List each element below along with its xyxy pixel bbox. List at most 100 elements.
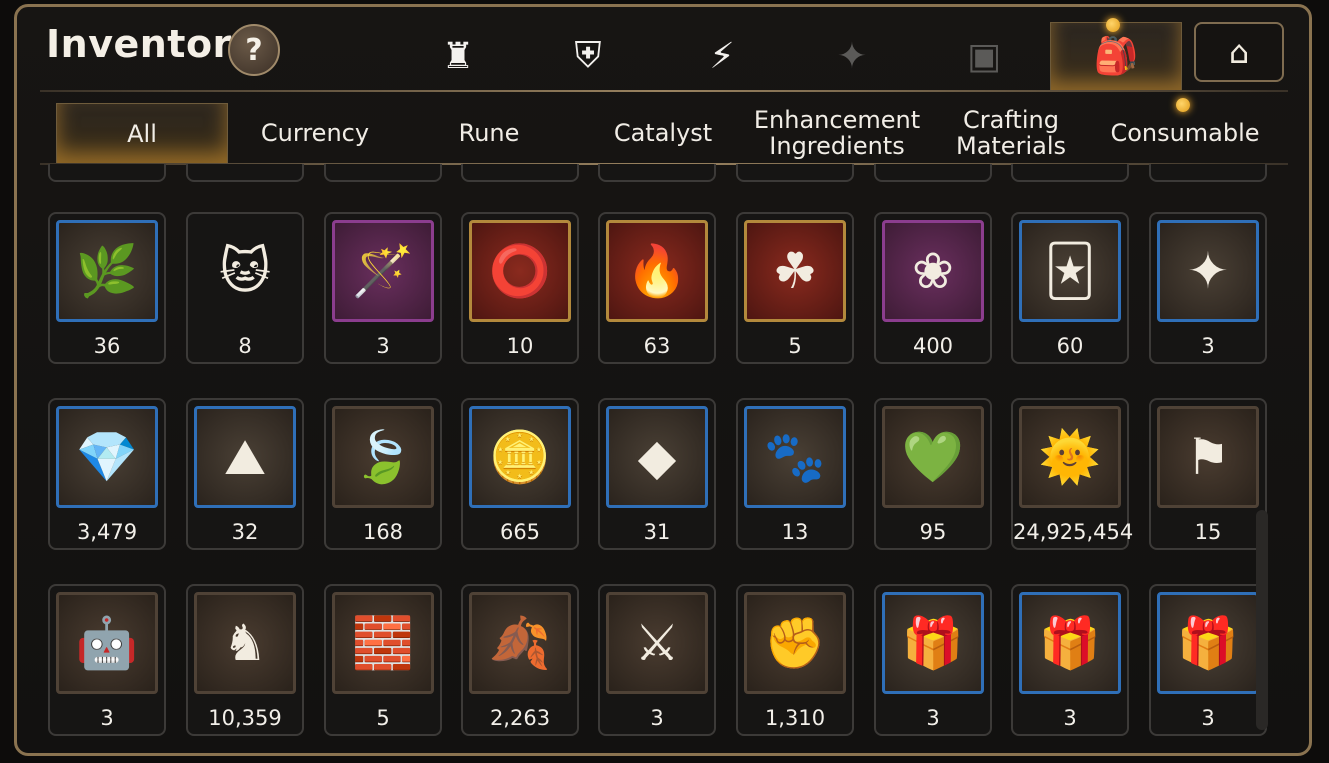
fist-emblem-icon: ✊	[744, 592, 846, 694]
cube-icon[interactable]: ▣	[954, 26, 1014, 86]
page-title: Inventory	[46, 22, 258, 66]
blue-gem-chest-icon: 🎁	[1019, 592, 1121, 694]
item-count: 3,479	[76, 520, 138, 544]
partial-item-slot[interactable]	[598, 164, 716, 182]
item-count: 400	[912, 334, 954, 358]
tab-all[interactable]: All	[56, 103, 228, 164]
item-slot[interactable]: 🌿 36	[48, 212, 166, 364]
item-slot[interactable]: 🍂 2,263	[461, 584, 579, 736]
banner-flag-icon: ⚑	[1157, 406, 1259, 508]
item-slot[interactable]: ⚑ 15	[1149, 398, 1267, 550]
gold-coin-icon: 🌞	[1019, 406, 1121, 508]
partial-item-slot[interactable]	[48, 164, 166, 182]
item-count: 60	[1056, 334, 1084, 358]
red-flower-ring-icon: ❀	[882, 220, 984, 322]
tab-consumable[interactable]: Consumable	[1100, 103, 1270, 163]
item-count: 3	[926, 706, 940, 730]
item-slot[interactable]: ✦ 3	[1149, 212, 1267, 364]
item-slot[interactable]: ⚔ 3	[598, 584, 716, 736]
cyan-crystal-icon: ◆	[606, 406, 708, 508]
star-emblem-icon[interactable]: ✦	[822, 26, 882, 86]
item-count: 5	[376, 706, 390, 730]
item-count: 3	[650, 706, 664, 730]
partial-item-slot[interactable]	[324, 164, 442, 182]
item-count: 1,310	[764, 706, 826, 730]
backpack-icon[interactable]: 🎒	[1086, 26, 1146, 86]
item-slot[interactable]: 🎁 3	[874, 584, 992, 736]
lightning-icon[interactable]: ⚡	[692, 26, 752, 86]
fire-crystal-icon: 🔥	[606, 220, 708, 322]
item-count: 10	[506, 334, 534, 358]
item-slot[interactable]: 🌞 24,925,454	[1011, 398, 1134, 550]
item-slot[interactable]: ❀ 400	[874, 212, 992, 364]
item-slot[interactable]: ☘ 5	[736, 212, 854, 364]
item-count: 10,359	[208, 706, 282, 730]
item-slot[interactable]: 🐾 13	[736, 398, 854, 550]
item-count: 3	[1063, 706, 1077, 730]
consumable-notification-dot	[1176, 98, 1190, 112]
item-slot[interactable]: 🤖 3	[48, 584, 166, 736]
green-leaf-icon: 🍃	[332, 406, 434, 508]
item-slot[interactable]: 🍃 168	[324, 398, 442, 550]
item-slot[interactable]: 🎁 3	[1149, 584, 1267, 736]
item-slot[interactable]: 🧱 5	[324, 584, 442, 736]
partial-item-slot[interactable]	[1149, 164, 1267, 182]
item-slot[interactable]: ◆ 31	[598, 398, 716, 550]
item-count: 63	[643, 334, 671, 358]
item-slot[interactable]: 🎁 3	[1011, 584, 1129, 736]
item-count: 5	[788, 334, 802, 358]
item-count: 36	[93, 334, 121, 358]
ginseng-root-icon: 🌿	[56, 220, 158, 322]
costume-card-icon: 🃏	[1019, 220, 1121, 322]
help-button[interactable]: ?	[228, 24, 280, 76]
partial-item-slot[interactable]	[736, 164, 854, 182]
header-divider	[40, 90, 1288, 92]
item-count: 665	[499, 520, 541, 544]
green-gem-chest-icon: 🎁	[1157, 592, 1259, 694]
silver-coin-icon: 🪙	[469, 406, 571, 508]
tab-crafting-materials[interactable]: Crafting Materials	[926, 103, 1096, 163]
pink-crystal-pile-icon: ⛰	[194, 406, 296, 508]
paw-card-icon: 🐾	[744, 406, 846, 508]
green-heart-icon: 💚	[882, 406, 984, 508]
item-count: 8	[238, 334, 252, 358]
item-slot[interactable]: ⛰ 32	[186, 398, 304, 550]
item-count: 24,925,454	[1013, 520, 1134, 544]
item-count: 32	[231, 520, 259, 544]
item-count: 15	[1194, 520, 1222, 544]
item-slot[interactable]: 🃏 60	[1011, 212, 1129, 364]
item-count: 2,263	[489, 706, 551, 730]
partial-item-slot[interactable]	[874, 164, 992, 182]
item-slot[interactable]: ♞ 10,359	[186, 584, 304, 736]
tab-rune[interactable]: Rune	[404, 103, 574, 163]
knight-shield-icon[interactable]: ♜	[428, 26, 488, 86]
partial-item-slot[interactable]	[186, 164, 304, 182]
item-slot[interactable]: ✊ 1,310	[736, 584, 854, 736]
item-grid: 🌿 36 🐱 8 🪄 3 ⭕ 10 🔥 63 ☘ 5 ❀ 400 🃏 60 ✦ 3 💎 3,479 ⛰ 32 🍃 168 🪙 66…	[40, 164, 1272, 748]
item-count: 95	[919, 520, 947, 544]
tab-currency[interactable]: Currency	[230, 103, 400, 163]
notification-dot	[1106, 18, 1120, 32]
red-badge-icon: ⚔	[606, 592, 708, 694]
item-slot[interactable]: ⭕ 10	[461, 212, 579, 364]
broken-shield-icon[interactable]: ⛨	[558, 26, 618, 86]
robot-pod-icon: 🤖	[56, 592, 158, 694]
stone-block-icon: 🧱	[332, 592, 434, 694]
item-count: 3	[376, 334, 390, 358]
tab-catalyst[interactable]: Catalyst	[578, 103, 748, 163]
item-slot[interactable]: 🔥 63	[598, 212, 716, 364]
chess-knight-icon: ♞	[194, 592, 296, 694]
feather-wand-icon: 🪄	[332, 220, 434, 322]
item-slot[interactable]: 💎 3,479	[48, 398, 166, 550]
blue-ring-icon: ⭕	[469, 220, 571, 322]
guild-house-icon[interactable]: ⌂	[1194, 22, 1284, 82]
tab-enhancement-ingredients[interactable]: Enhancement Ingredients	[752, 103, 922, 163]
item-count: 3	[1201, 706, 1215, 730]
partial-item-slot[interactable]	[1011, 164, 1129, 182]
item-slot[interactable]: 🐱 8	[186, 212, 304, 364]
partial-item-slot[interactable]	[461, 164, 579, 182]
item-slot[interactable]: 💚 95	[874, 398, 992, 550]
scrollbar[interactable]	[1256, 510, 1268, 730]
item-slot[interactable]: 🪄 3	[324, 212, 442, 364]
item-slot[interactable]: 🪙 665	[461, 398, 579, 550]
